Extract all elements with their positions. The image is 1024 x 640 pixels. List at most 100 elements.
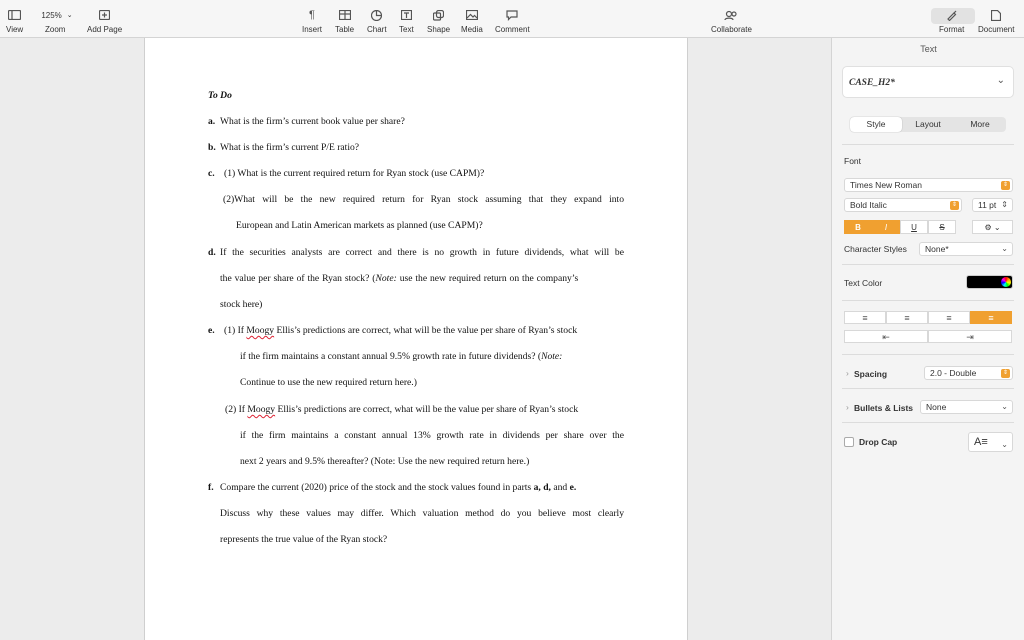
add-page-icon bbox=[99, 10, 111, 20]
zoom-label-wrap: Zoom bbox=[45, 25, 65, 34]
zoom-value: 125% bbox=[41, 10, 62, 20]
drop-cap-label: Drop Cap bbox=[859, 437, 898, 447]
underline-button[interactable]: U bbox=[900, 220, 928, 234]
zoom-select[interactable]: 125% ⌄ bbox=[35, 8, 79, 22]
align-justify-button[interactable]: ≡ bbox=[970, 311, 1012, 324]
item-f-part-e: e. bbox=[569, 482, 577, 493]
format-label: Format bbox=[939, 25, 965, 34]
item-a-text: What is the firm’s current book value pe… bbox=[220, 116, 405, 127]
sidebar-tabs: Style Layout More bbox=[850, 117, 1006, 132]
item-f-line3: represents the true value of the Ryan st… bbox=[220, 534, 388, 545]
spelling-flag-moogy[interactable]: Moogy bbox=[246, 325, 274, 336]
item-e1-a: (1) If bbox=[224, 325, 247, 336]
stepper-icon: ⇕ bbox=[950, 201, 959, 210]
divider bbox=[842, 354, 1014, 355]
align-right-button[interactable]: ≡ bbox=[928, 311, 970, 324]
page[interactable]: To Do a. What is the firm’s current book… bbox=[144, 38, 688, 640]
table-button[interactable]: Table bbox=[335, 8, 354, 34]
media-label: Media bbox=[461, 25, 483, 34]
comment-button[interactable]: Comment bbox=[495, 8, 530, 34]
item-f-line1-a: Compare the current (2020) price of the … bbox=[220, 482, 534, 493]
stepper-icon: ⇕ bbox=[1001, 369, 1010, 378]
item-f-and: and bbox=[550, 482, 570, 493]
sidebar-section-title: Text bbox=[920, 44, 937, 54]
item-c-marker: c. bbox=[208, 168, 215, 179]
item-c2-line2: European and Latin American markets as p… bbox=[236, 220, 483, 231]
text-button[interactable]: Text bbox=[399, 8, 414, 34]
item-d-line2-b: use the new required return on the compa… bbox=[396, 273, 579, 284]
text-color-swatch[interactable] bbox=[966, 275, 1013, 289]
paragraph-style-name: CASE_H2* bbox=[849, 78, 895, 88]
table-icon bbox=[338, 10, 351, 20]
item-f-part-a: a, bbox=[533, 482, 541, 493]
divider bbox=[842, 300, 1014, 301]
font-typeface-select[interactable]: Bold Italic ⇕ bbox=[844, 198, 962, 212]
chevron-down-icon: ⌄ bbox=[66, 12, 73, 19]
item-d-line2: the value per share of the Ryan stock? (… bbox=[220, 273, 624, 284]
item-e1-line2-a: if the firm maintains a constant annual … bbox=[240, 351, 542, 362]
heading-todo: To Do bbox=[208, 90, 232, 101]
add-page-label: Add Page bbox=[87, 25, 123, 34]
zoom-label: Zoom bbox=[45, 25, 66, 34]
collaborate-button[interactable]: Collaborate bbox=[711, 8, 752, 34]
media-button[interactable]: Media bbox=[461, 8, 483, 34]
disclosure-icon[interactable]: › bbox=[846, 368, 849, 378]
pilcrow-icon: ¶ bbox=[309, 9, 315, 21]
font-family-select[interactable]: Times New Roman ⇕ bbox=[844, 178, 1013, 192]
tab-more[interactable]: More bbox=[954, 117, 1006, 132]
tab-style[interactable]: Style bbox=[850, 117, 902, 132]
toolbar: View 125% ⌄ Zoom Add Page ¶ Insert Table … bbox=[0, 0, 1024, 38]
paragraph-style-picker[interactable]: CASE_H2* ⌄ bbox=[842, 66, 1014, 98]
bullets-lists-value: None bbox=[926, 402, 947, 412]
item-f-line2: Discuss why these values may differ. Whi… bbox=[220, 508, 624, 519]
disclosure-icon[interactable]: › bbox=[846, 402, 849, 412]
text-options-button[interactable]: ⚙ ⌄ bbox=[972, 220, 1013, 234]
stepper-arrows-icon[interactable]: ⇕ bbox=[1001, 199, 1008, 211]
document-canvas[interactable]: To Do a. What is the firm’s current book… bbox=[0, 38, 831, 640]
character-styles-select[interactable]: None* ⌄ bbox=[919, 242, 1013, 256]
character-styles-label: Character Styles bbox=[844, 244, 907, 254]
document-icon bbox=[991, 9, 1002, 21]
item-e1-b: Ellis’s predictions are correct, what wi… bbox=[274, 325, 578, 336]
textbox-icon bbox=[400, 10, 412, 20]
font-size-field[interactable]: 11 pt ⇕ bbox=[972, 198, 1013, 212]
align-left-button[interactable]: ≡ bbox=[844, 311, 886, 324]
divider bbox=[842, 264, 1014, 265]
chevron-down-icon: ⌄ bbox=[996, 75, 1005, 86]
spelling-flag-moogy-2[interactable]: Moogy bbox=[247, 404, 275, 415]
divider bbox=[842, 388, 1014, 389]
format-sidebar: Text CASE_H2* ⌄ Style Layout More Font T… bbox=[831, 38, 1024, 640]
item-e1-line2: if the firm maintains a constant annual … bbox=[240, 351, 562, 362]
view-button[interactable]: View bbox=[6, 8, 23, 34]
drop-cap-style-button[interactable]: A≡ ⌄ bbox=[968, 432, 1013, 452]
document-button[interactable]: Document bbox=[978, 8, 1014, 34]
drop-cap-checkbox[interactable] bbox=[844, 437, 854, 447]
spacing-select[interactable]: 2.0 - Double ⇕ bbox=[924, 366, 1013, 380]
chevron-down-icon: ⌄ bbox=[1001, 402, 1008, 411]
spacing-label: Spacing bbox=[854, 369, 888, 379]
add-page-button[interactable]: Add Page bbox=[87, 8, 122, 34]
bullets-lists-select[interactable]: None ⌄ bbox=[920, 400, 1013, 414]
strikethrough-button[interactable]: S bbox=[928, 220, 956, 234]
decrease-indent-button[interactable]: ⇤ bbox=[844, 330, 928, 343]
item-b-marker: b. bbox=[208, 142, 216, 153]
insert-button[interactable]: ¶ Insert bbox=[302, 8, 322, 34]
format-button[interactable]: Format bbox=[939, 8, 964, 34]
sidebar-icon bbox=[8, 10, 22, 20]
chart-button[interactable]: Chart bbox=[367, 8, 387, 34]
shape-button[interactable]: Shape bbox=[427, 8, 450, 34]
text-label: Text bbox=[399, 25, 414, 34]
tab-layout[interactable]: Layout bbox=[902, 117, 954, 132]
color-wheel-icon[interactable] bbox=[1001, 277, 1011, 287]
italic-button[interactable]: I bbox=[872, 220, 900, 234]
document-label: Document bbox=[978, 25, 1015, 34]
insert-label: Insert bbox=[302, 25, 323, 34]
bold-button[interactable]: B bbox=[844, 220, 872, 234]
increase-indent-button[interactable]: ⇥ bbox=[928, 330, 1012, 343]
item-b-text: What is the firm’s current P/E ratio? bbox=[220, 142, 360, 153]
item-e2-b: Ellis’s predictions are correct, what wi… bbox=[275, 404, 579, 415]
item-f-line1: Compare the current (2020) price of the … bbox=[220, 482, 576, 493]
item-e-marker: e. bbox=[208, 325, 215, 336]
align-center-button[interactable]: ≡ bbox=[886, 311, 928, 324]
collaborate-icon bbox=[724, 10, 738, 20]
